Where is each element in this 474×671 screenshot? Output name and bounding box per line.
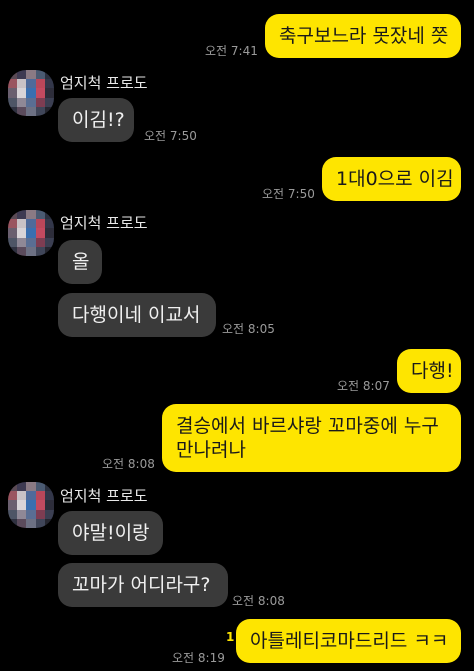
incoming-message-bubble[interactable]: 올 bbox=[58, 240, 102, 284]
message-timestamp: 오전 8:08 bbox=[232, 594, 285, 608]
sender-name: 엄지척 프로도 bbox=[60, 487, 148, 505]
message-timestamp: 오전 7:50 bbox=[262, 187, 315, 201]
incoming-message-bubble[interactable]: 야말!이랑 bbox=[58, 511, 163, 555]
message-timestamp: 오전 7:41 bbox=[205, 44, 258, 58]
outgoing-message-bubble[interactable]: 아틀레티코마드리드 ㅋㅋ bbox=[236, 619, 461, 663]
outgoing-message-bubble[interactable]: 축구보느라 못잤네 쯧 bbox=[265, 14, 461, 58]
sender-avatar[interactable] bbox=[8, 70, 54, 116]
message-text-line: 결승에서 바르샤랑 꼬마중에 누구 bbox=[176, 415, 439, 437]
message-timestamp: 오전 8:07 bbox=[337, 379, 390, 393]
message-timestamp: 오전 8:19 bbox=[172, 651, 225, 665]
incoming-message-bubble[interactable]: 다행이네 이교서 bbox=[58, 293, 216, 337]
sender-name: 엄지척 프로도 bbox=[60, 74, 148, 92]
outgoing-message-bubble[interactable]: 결승에서 바르샤랑 꼬마중에 누구 만나려나 bbox=[162, 404, 461, 472]
sender-avatar[interactable] bbox=[8, 210, 54, 256]
outgoing-message-bubble[interactable]: 다행! bbox=[397, 349, 461, 393]
outgoing-message-bubble[interactable]: 1대0으로 이김 bbox=[322, 157, 461, 201]
message-timestamp: 오전 7:50 bbox=[144, 129, 197, 143]
message-timestamp: 오전 8:08 bbox=[102, 457, 155, 471]
message-text-line: 만나려나 bbox=[176, 439, 246, 461]
message-timestamp: 오전 8:05 bbox=[222, 322, 275, 336]
incoming-message-bubble[interactable]: 이김!? bbox=[58, 98, 134, 142]
unread-count: 1 bbox=[226, 630, 235, 644]
sender-name: 엄지척 프로도 bbox=[60, 214, 148, 232]
sender-avatar[interactable] bbox=[8, 482, 54, 528]
incoming-message-bubble[interactable]: 꼬마가 어디라구? bbox=[58, 563, 228, 607]
